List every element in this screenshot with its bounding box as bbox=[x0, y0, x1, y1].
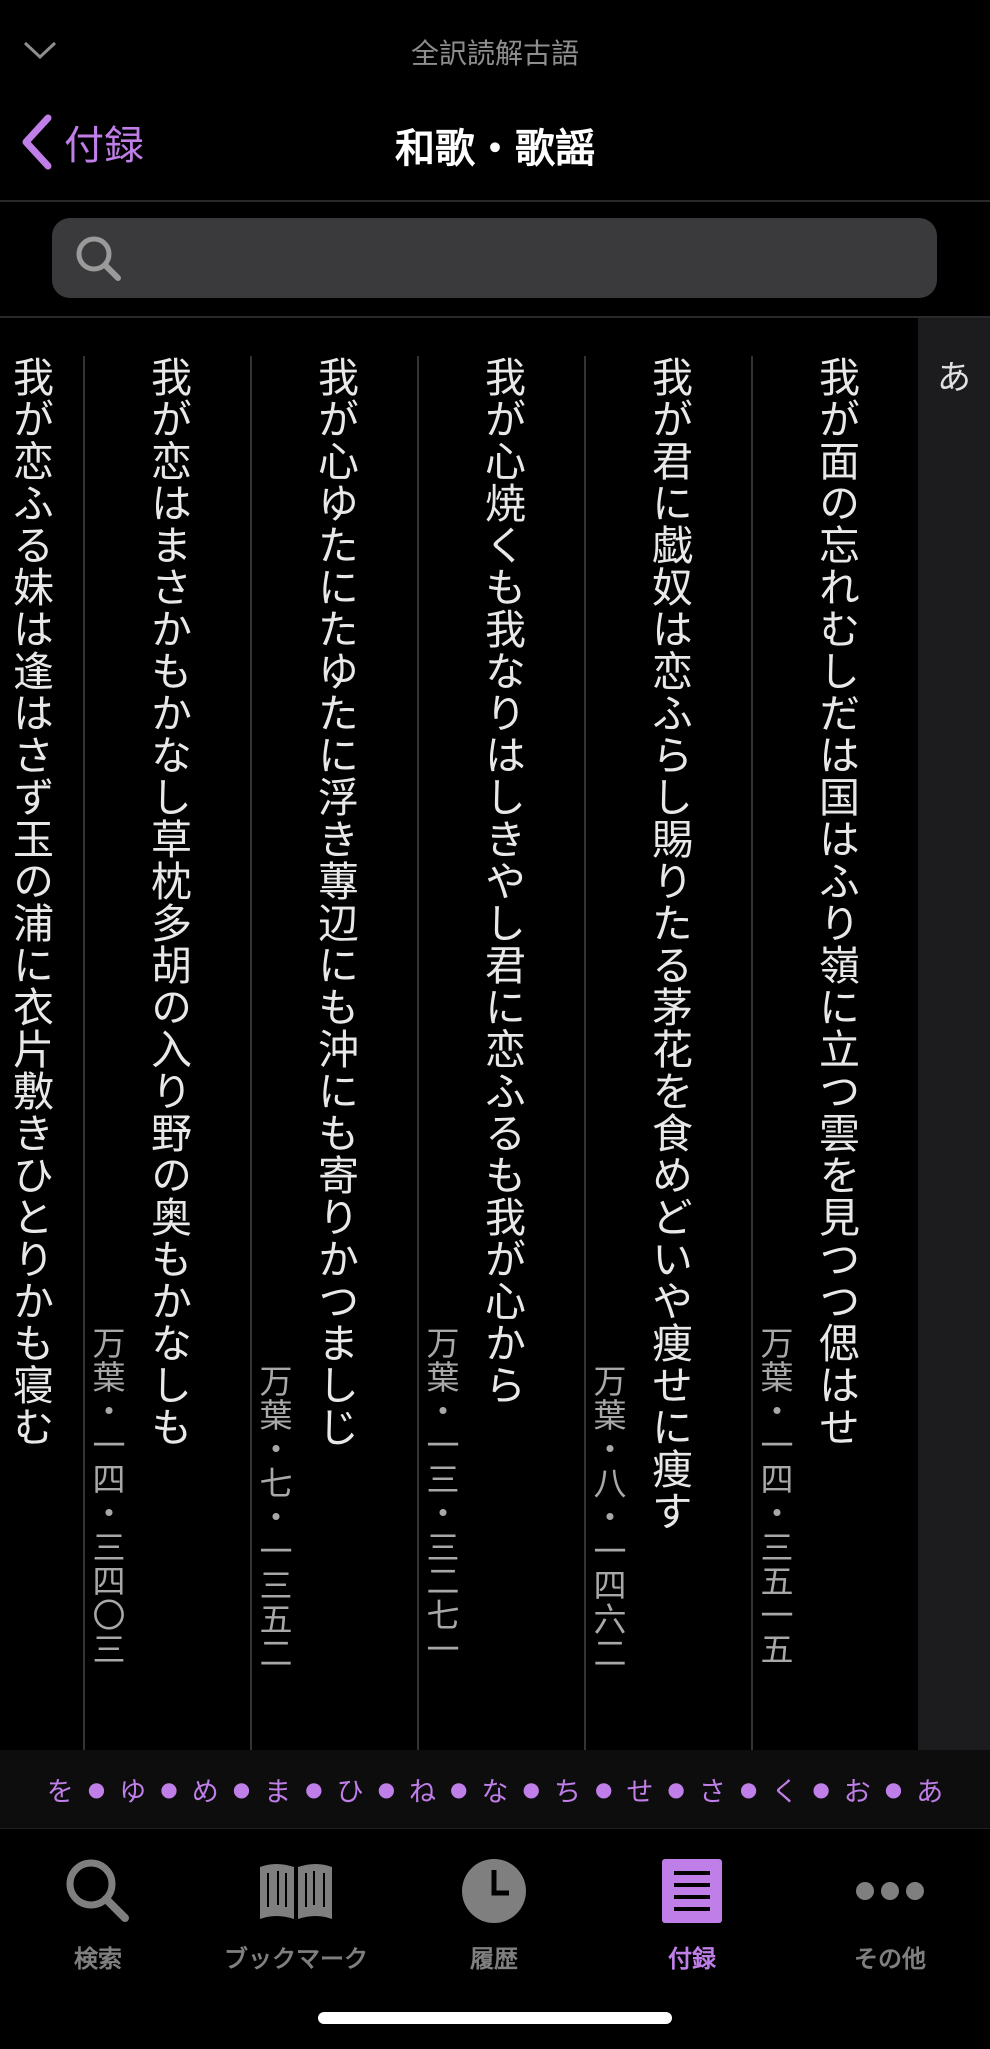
index-separator-dot: ● bbox=[160, 1777, 178, 1801]
index-separator-dot: ● bbox=[812, 1777, 830, 1801]
tab-appendix[interactable]: 付録 bbox=[602, 1849, 782, 1999]
index-separator-dot: ● bbox=[594, 1777, 613, 1801]
kana-index-item[interactable]: お bbox=[844, 1770, 871, 1809]
kana-index-item[interactable]: ひ bbox=[337, 1770, 364, 1809]
kana-index: を ● ゆ ● め ● ま ● ひ ● ね ● な ● ち ● せ ● さ ● く ● お ● あ bbox=[0, 1750, 990, 1828]
tab-label: 検索 bbox=[74, 1945, 122, 1973]
search-icon bbox=[66, 1859, 129, 1922]
poem-text: 我が面の忘れむしだは国はふり嶺に立つ雲を見つつ偲はせ bbox=[811, 356, 860, 1448]
kana-index-item[interactable]: ち bbox=[554, 1770, 581, 1809]
kana-index-item[interactable]: め bbox=[192, 1770, 219, 1809]
index-separator-dot: ● bbox=[450, 1777, 468, 1801]
search-bar[interactable] bbox=[52, 218, 937, 298]
home-indicator[interactable] bbox=[318, 2012, 672, 2024]
section-index-bar[interactable]: あ bbox=[918, 318, 990, 1750]
more-icon bbox=[856, 1882, 924, 1900]
tab-label: 履歴 bbox=[470, 1945, 518, 1973]
chevron-down-icon[interactable] bbox=[22, 38, 58, 62]
index-separator-dot: ● bbox=[377, 1777, 396, 1801]
page-title: 和歌・歌謡 bbox=[395, 126, 595, 172]
kana-index-item[interactable]: あ bbox=[916, 1770, 943, 1809]
poem-list: 我が面の忘れむしだは国はふり嶺に立つ雲を見つつ偲はせ 万葉・一四・三五一五 我が… bbox=[0, 318, 918, 1750]
kana-index-item[interactable]: ま bbox=[264, 1770, 291, 1809]
nav-bar: 付録 和歌・歌謡 bbox=[0, 100, 990, 200]
book-icon bbox=[260, 1864, 332, 1919]
index-separator-dot: ● bbox=[667, 1777, 685, 1801]
kana-index-item[interactable]: ゆ bbox=[119, 1770, 146, 1809]
search-icon bbox=[76, 236, 121, 281]
poem-text: 我が恋ふる妹は逢はさず玉の浦に衣片敷きひとりかも寝む bbox=[5, 356, 54, 1448]
divider bbox=[751, 356, 753, 1750]
index-separator-dot: ● bbox=[522, 1777, 540, 1801]
kana-index-item[interactable]: さ bbox=[699, 1770, 726, 1809]
search-input[interactable] bbox=[142, 228, 916, 290]
clock-icon bbox=[462, 1859, 526, 1923]
divider bbox=[417, 356, 419, 1750]
index-separator-dot: ● bbox=[739, 1777, 758, 1801]
section-index-label: あ bbox=[937, 358, 971, 398]
index-separator-dot: ● bbox=[87, 1777, 106, 1801]
divider bbox=[250, 356, 252, 1750]
divider bbox=[584, 356, 586, 1750]
poem-item[interactable]: 我が君に戯奴は恋ふらし賜りたる茅花を食めどいや痩せに痩す 万葉・八・一四六二 bbox=[585, 356, 751, 1750]
poem-item[interactable]: 我が面の忘れむしだは国はふり嶺に立つ雲を見つつ偲はせ 万葉・一四・三五一五 bbox=[752, 356, 918, 1750]
tab-bookmark[interactable]: ブックマーク bbox=[206, 1849, 386, 1999]
tab-search[interactable]: 検索 bbox=[8, 1849, 188, 1999]
poem-item[interactable]: 我が心ゆたにたゆたに浮き蓴辺にも沖にも寄りかつましじ 万葉・七・一三五二 bbox=[251, 356, 417, 1750]
kana-index-item[interactable]: な bbox=[482, 1770, 509, 1809]
kana-index-item[interactable]: せ bbox=[626, 1770, 653, 1809]
poem-text: 我が心ゆたにたゆたに浮き蓴辺にも沖にも寄りかつましじ bbox=[310, 356, 359, 1448]
tab-history[interactable]: 履歴 bbox=[404, 1849, 584, 1999]
kana-index-item[interactable]: ね bbox=[409, 1770, 436, 1809]
kana-index-item[interactable]: を bbox=[47, 1770, 74, 1809]
kana-index-item[interactable]: く bbox=[771, 1770, 798, 1809]
divider bbox=[0, 200, 990, 202]
list-icon bbox=[662, 1859, 722, 1923]
poem-item[interactable]: 我が心焼くも我なりはしきやし君に恋ふるも我が心から 万葉・一三・三二七一 bbox=[418, 356, 584, 1750]
index-separator-dot: ● bbox=[305, 1777, 323, 1801]
poem-source: 万葉・七・一三五二 bbox=[254, 1364, 293, 1670]
poem-text: 我が君に戯奴は恋ふらし賜りたる茅花を食めどいや痩せに痩す bbox=[644, 356, 693, 1532]
poem-text: 我が心焼くも我なりはしきやし君に恋ふるも我が心から bbox=[477, 356, 526, 1406]
tab-label: ブックマーク bbox=[224, 1945, 368, 1973]
poem-source: 万葉・一三・三二七一 bbox=[421, 1326, 460, 1666]
app-name: 全訳読解古語 bbox=[410, 37, 579, 70]
index-separator-dot: ● bbox=[884, 1777, 903, 1801]
tab-label: 付録 bbox=[668, 1945, 716, 1973]
tab-label: その他 bbox=[854, 1945, 926, 1973]
poem-source: 万葉・一四・三五一五 bbox=[755, 1326, 794, 1666]
tab-more[interactable]: その他 bbox=[800, 1849, 980, 1999]
poem-item[interactable]: 我が恋ふる妹は逢はさず玉の浦に衣片敷きひとりかも寝む bbox=[0, 356, 112, 1750]
index-separator-dot: ● bbox=[232, 1777, 251, 1801]
poem-source: 万葉・八・一四六二 bbox=[588, 1364, 627, 1670]
poem-text: 我が恋はまさかもかなし草枕多胡の入り野の奥もかなしも bbox=[143, 356, 192, 1448]
